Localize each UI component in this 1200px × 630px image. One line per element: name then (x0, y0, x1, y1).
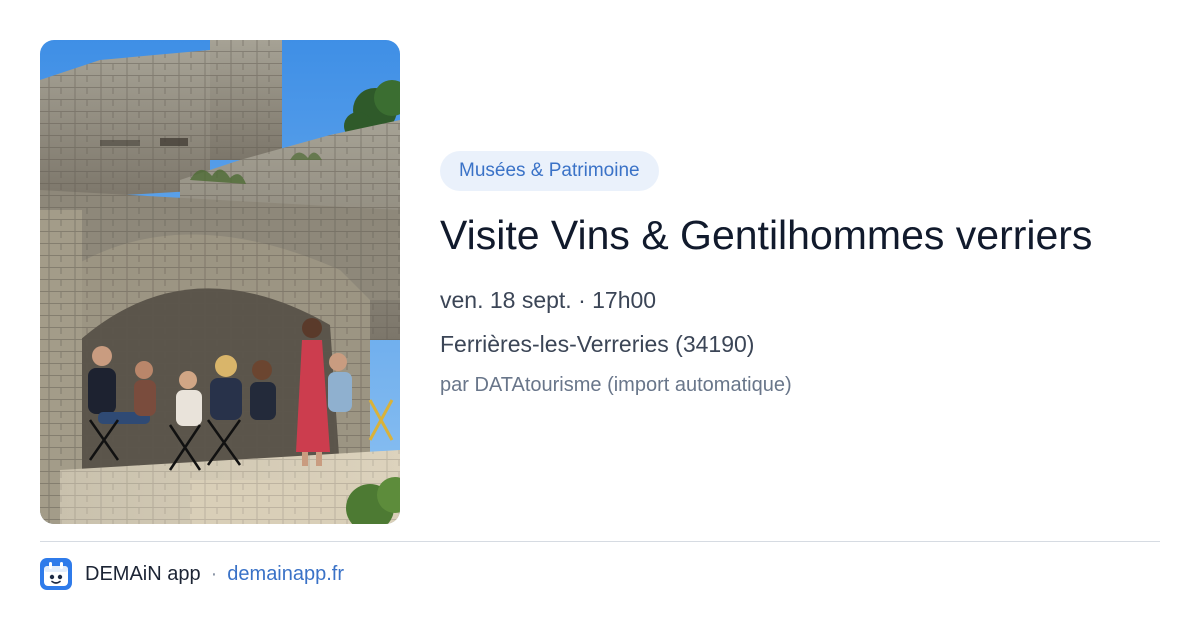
event-title: Visite Vins & Gentilhommes verriers (440, 212, 1093, 258)
event-datetime: ven. 18 sept. · 17h00 (440, 287, 657, 313)
category-badge[interactable]: Musées & Patrimoine (440, 151, 659, 191)
footer: DEMAiN app · demainapp.fr (40, 558, 344, 590)
app-name: DEMAiN app (85, 562, 201, 585)
demain-app-logo-icon[interactable] (40, 558, 72, 590)
event-source: par DATAtourisme (import automatique) (440, 374, 792, 396)
event-location: Ferrières-les-Verreries (34190) (440, 331, 755, 357)
event-info: Musées & Patrimoine Visite Vins & Gentil… (440, 151, 1180, 399)
event-share-card: Musées & Patrimoine Visite Vins & Gentil… (0, 0, 1200, 630)
footer-divider (40, 541, 1160, 542)
app-domain-link[interactable]: demainapp.fr (227, 563, 344, 586)
event-photo (40, 40, 400, 524)
footer-separator: · (210, 562, 218, 585)
